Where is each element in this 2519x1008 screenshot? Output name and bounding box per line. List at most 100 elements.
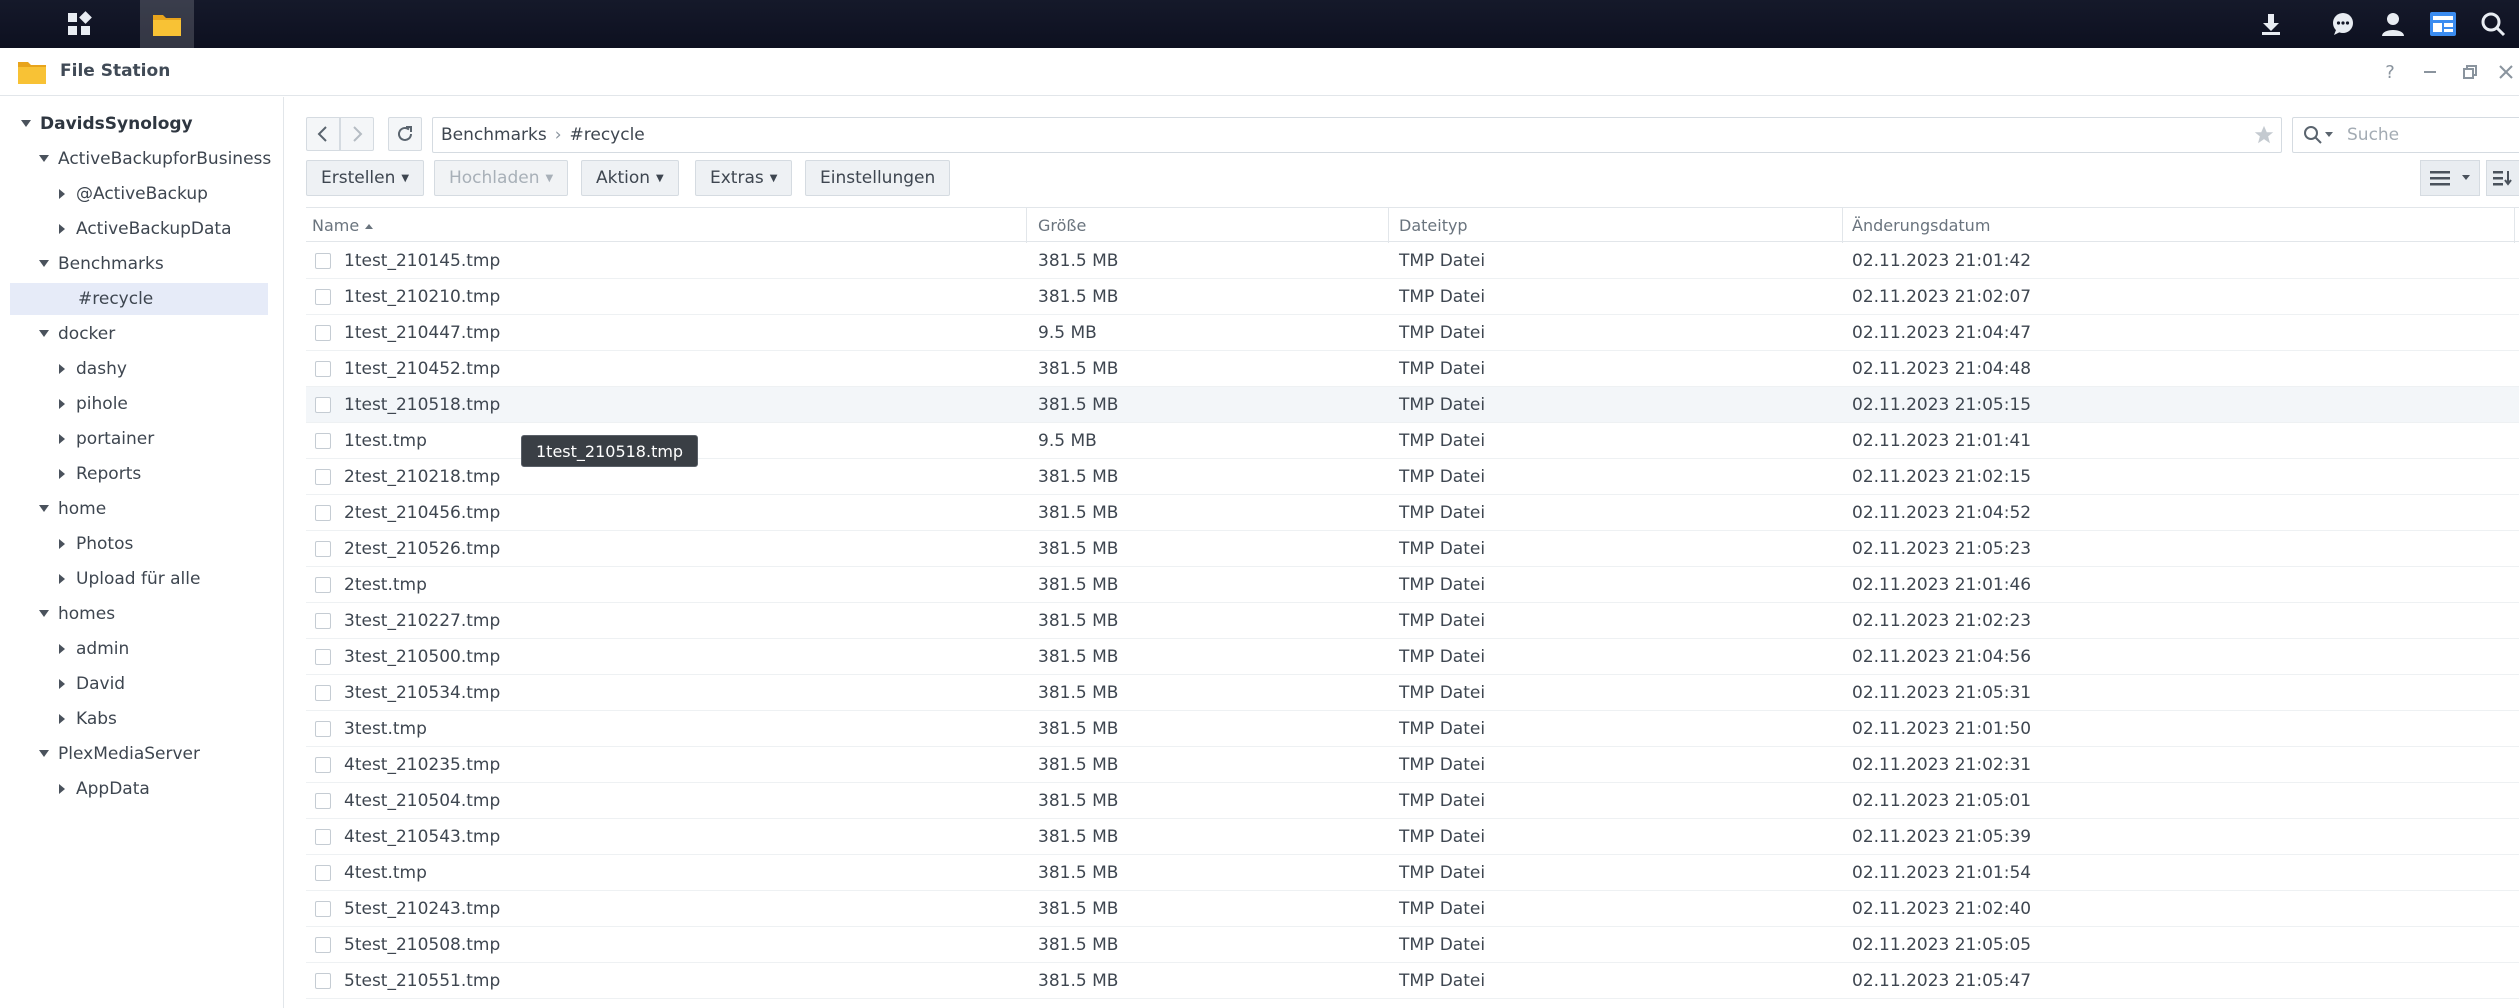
- sidebar-item[interactable]: admin: [54, 633, 129, 665]
- caret-right-icon[interactable]: [54, 539, 70, 549]
- table-row[interactable]: 3test_210227.tmp 381.5 MB TMP Datei 02.11.2…: [306, 603, 2519, 639]
- sidebar-item[interactable]: pihole: [54, 388, 128, 420]
- sidebar-item[interactable]: home: [36, 493, 106, 525]
- action-button[interactable]: Aktion ▼: [581, 160, 679, 196]
- caret-right-icon[interactable]: [54, 399, 70, 409]
- help-button[interactable]: ?: [2376, 58, 2404, 86]
- table-row[interactable]: 5test_210508.tmp 381.5 MB TMP Datei 02.11.2…: [306, 927, 2519, 963]
- table-row[interactable]: 1test_210210.tmp 381.5 MB TMP Datei 02.11.2…: [306, 279, 2519, 315]
- row-checkbox[interactable]: [315, 289, 331, 305]
- caret-down-icon[interactable]: [36, 260, 52, 268]
- caret-right-icon[interactable]: [54, 189, 70, 199]
- search-input[interactable]: [2347, 125, 2507, 145]
- caret-down-icon[interactable]: [36, 750, 52, 758]
- sidebar-item[interactable]: AppData: [54, 773, 150, 805]
- table-row[interactable]: 4test_210504.tmp 381.5 MB TMP Datei 02.11.2…: [306, 783, 2519, 819]
- row-checkbox[interactable]: [315, 253, 331, 269]
- row-checkbox[interactable]: [315, 649, 331, 665]
- row-checkbox[interactable]: [315, 397, 331, 413]
- row-checkbox[interactable]: [315, 757, 331, 773]
- row-checkbox[interactable]: [315, 685, 331, 701]
- row-checkbox[interactable]: [315, 829, 331, 845]
- table-row[interactable]: 4test_210235.tmp 381.5 MB TMP Datei 02.11.2…: [306, 747, 2519, 783]
- table-row[interactable]: 3test_210534.tmp 381.5 MB TMP Datei 02.11.2…: [306, 675, 2519, 711]
- back-button[interactable]: [306, 117, 340, 151]
- sidebar-item[interactable]: homes: [36, 598, 115, 630]
- sidebar-item[interactable]: Reports: [54, 458, 141, 490]
- table-row[interactable]: 5test_210551.tmp 381.5 MB TMP Datei 02.11.2…: [306, 963, 2519, 999]
- create-button[interactable]: Erstellen ▼: [306, 160, 425, 196]
- extras-button[interactable]: Extras ▼: [695, 160, 793, 196]
- sidebar-item[interactable]: PlexMediaServer: [36, 738, 200, 770]
- row-checkbox[interactable]: [315, 541, 331, 557]
- sidebar-item[interactable]: portainer: [54, 423, 154, 455]
- search-icon[interactable]: [2303, 125, 2323, 145]
- table-row[interactable]: 1test_210518.tmp 381.5 MB TMP Datei 02.11.2…: [306, 387, 2519, 423]
- column-header-type[interactable]: Dateityp: [1399, 208, 1468, 243]
- chevron-down-icon[interactable]: [2325, 132, 2333, 138]
- sidebar-item[interactable]: @ActiveBackup: [54, 178, 208, 210]
- table-row[interactable]: 4test.tmp 381.5 MB TMP Datei 02.11.2023 21:…: [306, 855, 2519, 891]
- table-row[interactable]: 3test_210500.tmp 381.5 MB TMP Datei 02.11.2…: [306, 639, 2519, 675]
- close-button[interactable]: [2492, 58, 2519, 86]
- table-row[interactable]: 3test.tmp 381.5 MB TMP Datei 02.11.2023 21:…: [306, 711, 2519, 747]
- column-header-size[interactable]: Größe: [1038, 208, 1086, 243]
- search-box[interactable]: [2292, 117, 2519, 153]
- caret-right-icon[interactable]: [54, 644, 70, 654]
- table-row[interactable]: 2test_210526.tmp 381.5 MB TMP Datei 02.11.2…: [306, 531, 2519, 567]
- path-bar[interactable]: Benchmarks › #recycle: [432, 117, 2282, 153]
- caret-right-icon[interactable]: [54, 224, 70, 234]
- table-row[interactable]: 4test_210543.tmp 381.5 MB TMP Datei 02.11.2…: [306, 819, 2519, 855]
- row-checkbox[interactable]: [315, 937, 331, 953]
- sidebar-item[interactable]: ActiveBackupData: [54, 213, 232, 245]
- sidebar-item[interactable]: Upload für alle: [54, 563, 200, 595]
- row-checkbox[interactable]: [315, 865, 331, 881]
- caret-right-icon[interactable]: [54, 469, 70, 479]
- caret-down-icon[interactable]: [36, 505, 52, 513]
- row-checkbox[interactable]: [315, 325, 331, 341]
- caret-right-icon[interactable]: [54, 434, 70, 444]
- minimize-button[interactable]: [2416, 58, 2444, 86]
- user-button[interactable]: [2369, 0, 2417, 48]
- caret-right-icon[interactable]: [54, 364, 70, 374]
- taskbar-file-station[interactable]: [140, 0, 194, 48]
- sidebar-item[interactable]: #recycle: [10, 283, 268, 315]
- sidebar-item[interactable]: dashy: [54, 353, 127, 385]
- settings-button[interactable]: Einstellungen: [805, 160, 951, 196]
- caret-down-icon[interactable]: [36, 330, 52, 338]
- sort-button[interactable]: [2486, 160, 2519, 196]
- caret-down-icon[interactable]: [18, 120, 34, 128]
- restore-button[interactable]: [2456, 58, 2484, 86]
- row-checkbox[interactable]: [315, 505, 331, 521]
- tree-root[interactable]: DavidsSynology: [18, 108, 193, 140]
- table-row[interactable]: 2test_210456.tmp 381.5 MB TMP Datei 02.11.2…: [306, 495, 2519, 531]
- search-button[interactable]: [2469, 0, 2517, 48]
- table-row[interactable]: 1test_210447.tmp 9.5 MB TMP Datei 02.11.202…: [306, 315, 2519, 351]
- table-row[interactable]: 1test_210452.tmp 381.5 MB TMP Datei 02.11.2…: [306, 351, 2519, 387]
- row-checkbox[interactable]: [315, 433, 331, 449]
- sidebar-item[interactable]: docker: [36, 318, 115, 350]
- caret-down-icon[interactable]: [36, 155, 52, 163]
- view-mode-button[interactable]: [2420, 160, 2480, 196]
- breadcrumb-recycle[interactable]: #recycle: [570, 125, 645, 145]
- column-header-name[interactable]: Name: [312, 208, 374, 243]
- main-menu-button[interactable]: [52, 0, 106, 48]
- notifications-button[interactable]: [2319, 0, 2367, 48]
- upload-button[interactable]: Hochladen ▼: [434, 160, 569, 196]
- row-checkbox[interactable]: [315, 973, 331, 989]
- sidebar-item[interactable]: ActiveBackupforBusiness: [36, 143, 271, 175]
- caret-right-icon[interactable]: [54, 714, 70, 724]
- download-button[interactable]: [2247, 0, 2295, 48]
- table-row[interactable]: 5test_210243.tmp 381.5 MB TMP Datei 02.11.2…: [306, 891, 2519, 927]
- row-checkbox[interactable]: [315, 901, 331, 917]
- row-checkbox[interactable]: [315, 577, 331, 593]
- row-checkbox[interactable]: [315, 361, 331, 377]
- sidebar-item[interactable]: Benchmarks: [36, 248, 164, 280]
- row-checkbox[interactable]: [315, 721, 331, 737]
- star-icon[interactable]: [2253, 124, 2275, 146]
- caret-right-icon[interactable]: [54, 784, 70, 794]
- refresh-button[interactable]: [388, 117, 422, 151]
- table-row[interactable]: 1test_210145.tmp 381.5 MB TMP Datei 02.11.2…: [306, 243, 2519, 279]
- forward-button[interactable]: [340, 117, 374, 151]
- widgets-button[interactable]: [2419, 0, 2467, 48]
